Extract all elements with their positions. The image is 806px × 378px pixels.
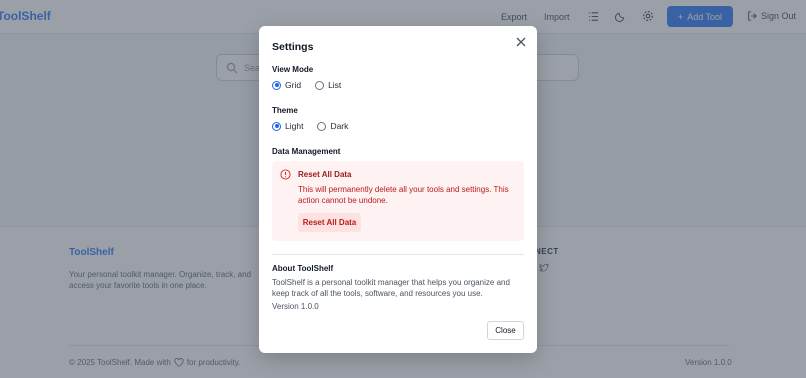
reset-warning: This will permanently delete all your to… [298,185,509,205]
view-mode-list-option[interactable]: List [315,80,341,90]
reset-title: Reset All Data [298,170,352,179]
reset-data-panel: Reset All Data This will permanently del… [272,161,524,241]
reset-all-data-button[interactable]: Reset All Data [298,213,361,232]
alert-circle-icon [280,169,291,180]
close-icon[interactable] [514,35,528,49]
close-button[interactable]: Close [487,321,524,340]
light-radio[interactable] [272,121,281,131]
light-label: Light [285,121,304,131]
view-mode-grid-option[interactable]: Grid [272,80,301,90]
data-management-label: Data Management [272,147,341,156]
theme-dark-option[interactable]: Dark [317,121,348,131]
modal-title: Settings [272,41,314,53]
view-mode-label: View Mode [272,65,314,74]
list-label: List [328,80,342,90]
dark-label: Dark [330,121,349,131]
theme-light-option[interactable]: Light [272,121,303,131]
theme-label: Theme [272,106,298,115]
grid-label: Grid [285,80,302,90]
theme-options: Light Dark [272,121,348,131]
dark-radio[interactable] [317,121,327,131]
list-radio[interactable] [315,80,325,90]
modal-divider [272,254,524,255]
about-version: Version 1.0.0 [272,302,319,311]
settings-modal: Settings View Mode Grid List Theme Light… [259,26,537,353]
grid-radio[interactable] [272,80,281,90]
about-text: ToolShelf is a personal toolkit manager … [272,278,510,298]
view-mode-options: Grid List [272,80,341,90]
about-title: About ToolShelf [272,264,334,273]
